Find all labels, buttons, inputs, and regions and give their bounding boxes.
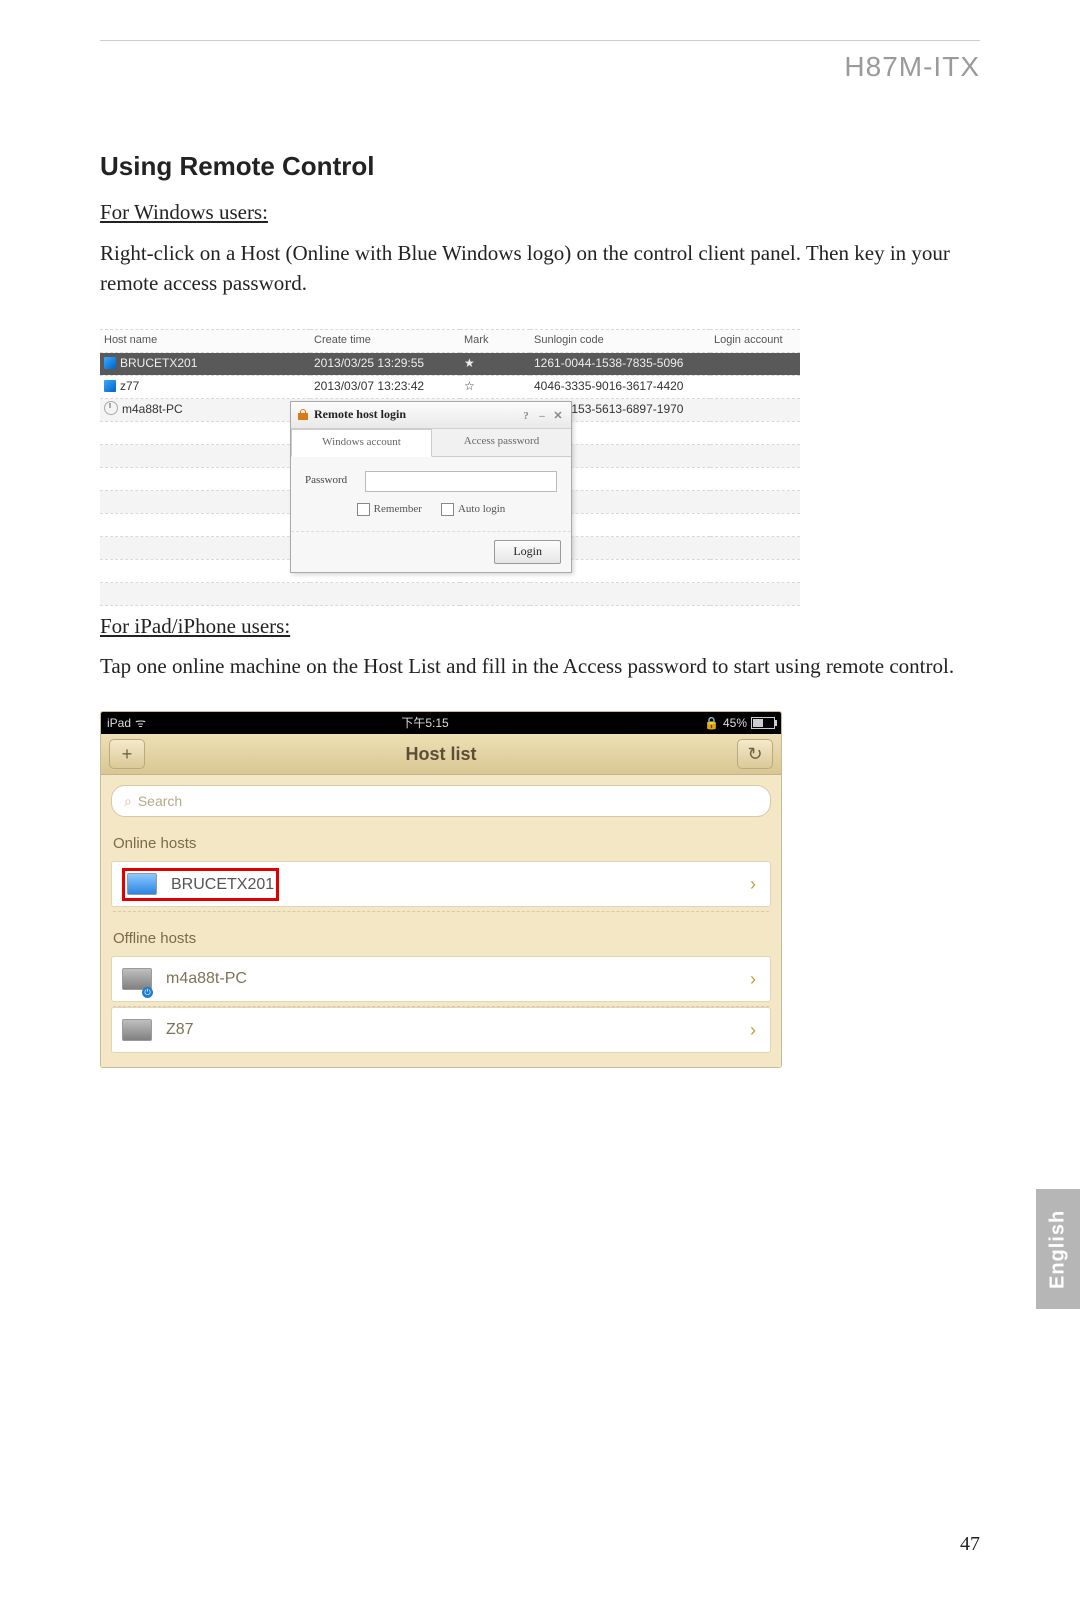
ios-paragraph: Tap one online machine on the Host List …: [100, 651, 980, 681]
remember-checkbox[interactable]: Remember: [357, 502, 422, 518]
monitor-icon: [127, 873, 157, 895]
status-time: 下午5:15: [146, 715, 704, 732]
offline-host-item[interactable]: Z87 ›: [111, 1007, 771, 1053]
chevron-right-icon: ›: [750, 966, 756, 992]
section-title: Using Remote Control: [100, 148, 980, 186]
autologin-checkbox[interactable]: Auto login: [441, 502, 505, 518]
minimize-icon[interactable]: –: [535, 409, 549, 421]
wifi-icon: ᯤ: [135, 715, 146, 732]
windows-paragraph: Right-click on a Host (Online with Blue …: [100, 238, 980, 299]
windows-icon: [104, 380, 116, 392]
chevron-right-icon: ›: [750, 871, 756, 897]
online-host-item[interactable]: BRUCETX201 ›: [111, 861, 771, 907]
password-label: Password: [305, 473, 365, 489]
remote-login-dialog: Remote host login ? – ✕ Windows account …: [290, 401, 572, 573]
nav-title: Host list: [145, 741, 737, 767]
help-icon[interactable]: ?: [519, 409, 533, 421]
lock-icon: 🔒: [704, 715, 719, 732]
chevron-right-icon: ›: [750, 1017, 756, 1043]
product-header: H87M-ITX: [100, 47, 980, 88]
ipad-screenshot: iPad ᯤ 下午5:15 🔒 45% + Host list ↻ ⌕ Sear…: [100, 711, 782, 1068]
power-badge-icon: ⏻: [142, 987, 153, 998]
offline-host-item[interactable]: ⏻ m4a88t-PC ›: [111, 956, 771, 1002]
windows-icon: [104, 357, 116, 369]
table-row[interactable]: BRUCETX201 2013/03/25 13:29:55 ★ 1261-00…: [100, 352, 800, 375]
col-mark[interactable]: Mark: [460, 329, 530, 352]
tab-access-password[interactable]: Access password: [432, 429, 571, 456]
battery-icon: [751, 717, 775, 729]
search-input[interactable]: ⌕ Search: [111, 785, 771, 817]
login-button[interactable]: Login: [494, 540, 561, 563]
power-icon: [104, 401, 118, 415]
col-account[interactable]: Login account: [710, 329, 800, 352]
section-offline: Offline hosts: [113, 928, 769, 950]
col-hostname[interactable]: Host name: [100, 329, 310, 352]
star-icon: ★: [460, 352, 530, 375]
refresh-button[interactable]: ↻: [737, 739, 773, 769]
battery-percent: 45%: [723, 715, 747, 732]
table-row[interactable]: z77 2013/03/07 13:23:42 ☆ 4046-3335-9016…: [100, 375, 800, 398]
section-online: Online hosts: [113, 833, 769, 855]
star-icon: ☆: [460, 375, 530, 398]
col-sunlogin[interactable]: Sunlogin code: [530, 329, 710, 352]
close-icon[interactable]: ✕: [551, 409, 565, 421]
status-device: iPad: [107, 715, 131, 732]
monitor-icon: [122, 1019, 152, 1041]
search-icon: ⌕: [124, 791, 132, 811]
windows-subtitle: For Windows users:: [100, 197, 980, 227]
language-tab[interactable]: English: [1036, 1189, 1080, 1309]
add-button[interactable]: +: [109, 739, 145, 769]
col-createtime[interactable]: Create time: [310, 329, 460, 352]
page-number: 47: [960, 1530, 980, 1559]
lock-icon: [297, 409, 309, 421]
dialog-title: Remote host login: [314, 406, 406, 423]
tab-windows-account[interactable]: Windows account: [291, 429, 432, 457]
password-input[interactable]: [365, 471, 557, 492]
